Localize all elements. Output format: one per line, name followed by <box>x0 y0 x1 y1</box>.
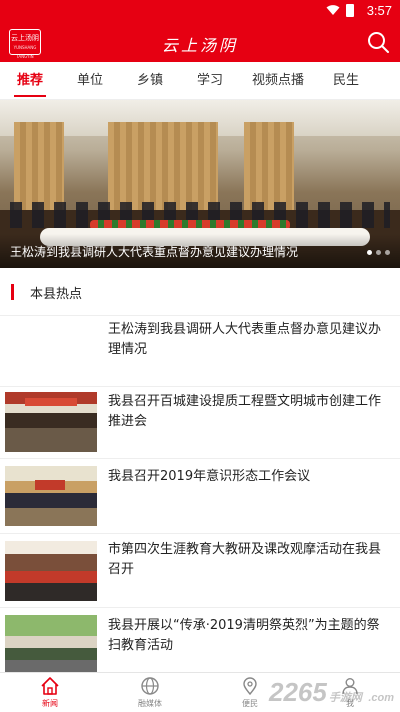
nav-media[interactable]: 融媒体 <box>100 673 200 712</box>
watermark: 2265 手游网 .com <box>269 677 394 707</box>
news-thumbnail <box>5 466 97 526</box>
news-item[interactable]: 我县开展以“传承·2019清明祭英烈”为主题的祭扫教育活动 <box>0 608 400 675</box>
search-icon[interactable] <box>366 30 390 54</box>
news-item[interactable]: 我县召开百城建设提质工程暨文明城市创建工作推进会 <box>0 387 400 459</box>
tab-video-on-demand[interactable]: 视频点播 <box>240 62 316 99</box>
news-thumbnail <box>5 541 97 601</box>
home-icon <box>41 677 59 695</box>
wifi-icon <box>326 5 340 15</box>
app-bar: 云上汤阴 YUNSHANG TANGYIN 云上汤阴 <box>0 22 400 62</box>
tab-recommended[interactable]: 推荐 <box>0 62 60 99</box>
section-accent-bar <box>11 284 14 300</box>
status-time: 3:57 <box>366 3 392 18</box>
news-title: 我县召开百城建设提质工程暨文明城市创建工作推进会 <box>108 394 382 429</box>
news-item[interactable]: 我县召开2019年意识形态工作会议 <box>0 459 400 534</box>
banner-caption: 王松涛到我县调研人大代表重点督办意见建议办理情况 <box>10 245 299 259</box>
tab-livelihood[interactable]: 民生 <box>316 62 376 99</box>
section-header: 本县热点 <box>0 268 400 316</box>
news-item[interactable]: 王松涛到我县调研人大代表重点督办意见建议办理情况 <box>0 316 400 387</box>
globe-icon <box>141 677 159 695</box>
carousel-dot[interactable] <box>367 250 372 255</box>
carousel-indicator <box>367 250 390 255</box>
tab-towns[interactable]: 乡镇 <box>120 62 180 99</box>
carousel-dot[interactable] <box>376 250 381 255</box>
section-title: 本县热点 <box>30 287 83 302</box>
news-item[interactable]: 市第四次生涯教育大教研及课改观摩活动在我县召开 <box>0 534 400 608</box>
status-bar: 3:57 <box>0 0 400 22</box>
battery-icon <box>346 4 354 17</box>
news-title: 市第四次生涯教育大教研及课改观摩活动在我县召开 <box>108 542 382 577</box>
news-thumbnail <box>5 615 97 675</box>
news-title: 我县开展以“传承·2019清明祭英烈”为主题的祭扫教育活动 <box>108 618 380 653</box>
category-tabs: 推荐 单位 乡镇 学习 视频点播 民生 <box>0 62 400 100</box>
nav-news[interactable]: 新闻 <box>0 673 100 712</box>
tab-units[interactable]: 单位 <box>60 62 120 99</box>
banner-carousel[interactable]: 王松涛到我县调研人大代表重点督办意见建议办理情况 <box>0 100 400 268</box>
nav-label: 融媒体 <box>138 699 162 708</box>
nav-label: 新闻 <box>42 699 58 708</box>
news-thumbnail <box>5 392 97 452</box>
news-title: 我县召开2019年意识形态工作会议 <box>108 469 311 484</box>
carousel-dot[interactable] <box>385 250 390 255</box>
brand-title: 云上汤阴 <box>161 36 238 55</box>
tab-study[interactable]: 学习 <box>180 62 240 99</box>
location-icon <box>243 677 257 696</box>
news-title: 王松涛到我县调研人大代表重点督办意见建议办理情况 <box>108 322 382 357</box>
